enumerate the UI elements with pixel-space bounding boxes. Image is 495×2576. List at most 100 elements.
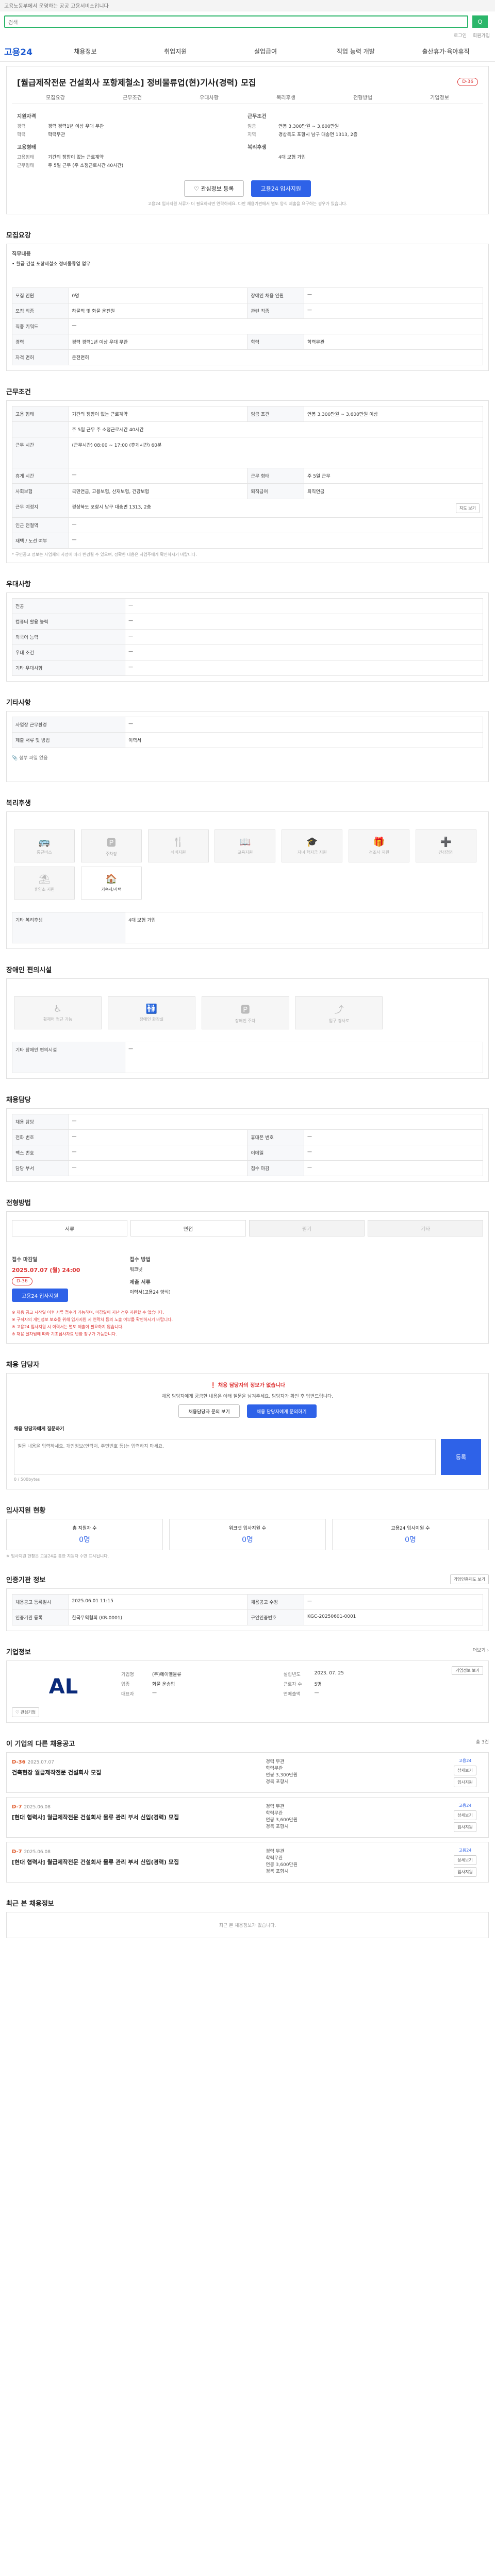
question-submit-button[interactable]: 등록 <box>441 1439 481 1475</box>
footer-space <box>0 1938 495 1959</box>
job-card[interactable]: D-7 2025.06.08 [현대 협력사] 월급제작전문 건설회사 물류 관… <box>6 1797 489 1838</box>
apply-button[interactable]: 고용24 입사지원 <box>12 1289 69 1302</box>
kv-value: 4대 보험 가입 <box>278 155 306 160</box>
summary-kv: 경력 경력 경력1년 이상 우대 무관 <box>17 123 248 129</box>
company-more-link[interactable]: 더보기 › <box>473 1647 489 1656</box>
job-view-button[interactable]: 상세보기 <box>454 1766 476 1775</box>
job-apply-button[interactable]: 입사지원 <box>454 1777 476 1787</box>
company-save-button[interactable]: ♡ 관심기업 <box>12 1707 40 1717</box>
job-card-main: D-7 2025.06.08 [현대 협력사] 월급제작전문 건설회사 물류 관… <box>12 1848 266 1877</box>
job-card-actions: 고용24 상세보기 입사지원 <box>447 1758 483 1787</box>
tab[interactable]: 모집요강 <box>17 93 94 101</box>
nav-item[interactable]: 채용정보 <box>40 47 130 56</box>
kv-value: 연봉 3,300만원 ~ 3,600만원 <box>278 124 339 129</box>
nav-item[interactable]: 직업 능력 개발 <box>310 47 401 56</box>
section-heading: 인증기관 정보 <box>6 1577 46 1584</box>
cell-key: 제출 서류 및 방법 <box>11 732 126 748</box>
welfare-label: 기숙사/사택 <box>101 887 122 892</box>
company-detail-button[interactable]: 기업정보 보기 <box>452 1666 483 1675</box>
facility-item: 🚻 장애인 화장실 <box>107 996 195 1029</box>
company-card: AL ♡ 관심기업 기업명 (주)에이엘물류 설립년도 2023. 07. 25 업… <box>6 1660 489 1723</box>
stat-value: 0명 <box>242 1536 253 1544</box>
section-heading: 우대사항 <box>6 581 31 588</box>
cell-value: 하물적 및 화물 운전원 <box>68 303 248 319</box>
cell-value: — <box>68 517 484 533</box>
job-card[interactable]: D-7 2025.06.08 [현대 협력사] 월급제작전문 건설회사 물류 관… <box>6 1842 489 1883</box>
kv-value: (주)에이엘물류 <box>152 1672 182 1677</box>
kv-value: 학력무관 <box>48 132 65 138</box>
tab[interactable]: 복리후생 <box>248 93 324 101</box>
info-card: 채용공고 등록일시 2025.06.01 11:15 채용공고 수정 — 인증기관 등… <box>6 1588 489 1631</box>
tab[interactable]: 우대사항 <box>171 93 248 101</box>
save-interest-button[interactable]: ♡ 관심정보 등록 <box>184 180 244 197</box>
search-icon[interactable]: Q <box>472 15 488 28</box>
cell-value: — <box>125 717 483 733</box>
table-row: 자격 면허 운전면허 <box>12 349 484 365</box>
gift-icon: 🎁 <box>373 837 385 848</box>
welfare-item: 🎓 자녀 학자금 지원 <box>282 829 343 862</box>
recruit-card: 직무내용 • 월급 건설 포항제철소 정비물류업 업무 모집 인원 0명 장애인 채… <box>6 244 489 371</box>
cell-key: 모집 인원 <box>12 287 69 303</box>
tab[interactable]: 전형방법 <box>324 93 401 101</box>
company-kv: 업종 화물 운송업 <box>121 1681 284 1687</box>
tab[interactable]: 근무조건 <box>94 93 171 101</box>
nav-item[interactable]: 실업급여 <box>221 47 311 56</box>
job-edu: 학력무관 <box>266 1856 283 1861</box>
method-left: 접수 마감일 2025.07.07 (월) 24:00 D-36 고용24 입사… <box>12 1250 130 1302</box>
cert-info-button[interactable]: 기업인증제도 보기 <box>450 1574 489 1584</box>
welfare-item: 📖 교육지원 <box>214 829 276 862</box>
job-title[interactable]: 건축현장 월급제작전문 건설회사 모집 <box>12 1768 266 1776</box>
summary-kv: 임금 연봉 3,300만원 ~ 3,600만원 <box>248 123 478 129</box>
cell-key: 인증기관 등록 <box>12 1609 69 1625</box>
cell-key: 자격 면허 <box>12 349 69 365</box>
map-button[interactable]: 지도 보기 <box>456 503 480 513</box>
section-heading: 채용담당 <box>6 1096 31 1104</box>
welfare-label: 주차장 <box>105 851 117 856</box>
question-textarea[interactable] <box>14 1439 436 1475</box>
kv-value: 경력 경력1년 이상 우대 무관 <box>48 124 104 129</box>
job-view-button[interactable]: 상세보기 <box>454 1810 476 1820</box>
kv-key: 연매출액 <box>283 1692 301 1697</box>
table-row: 전공 — <box>11 598 483 614</box>
job-card[interactable]: D-36 2025.07.07 건축현장 월급제작전문 건설회사 모집 경력 무… <box>6 1752 489 1793</box>
kv-key: 학력 <box>17 132 26 138</box>
job-card-meta: 경력 무관 학력무관 연봉 3,600만원 경북 포항시 <box>266 1848 447 1877</box>
search-input[interactable]: 검색 <box>4 15 468 28</box>
view-questions-button[interactable]: 채용담당자 문의 보기 <box>178 1404 240 1418</box>
login-link[interactable]: 로그인 <box>454 32 467 41</box>
job-tag: 고용24 <box>458 1758 472 1763</box>
tab[interactable]: 기업정보 <box>401 93 478 101</box>
apply-button[interactable]: 고용24 입사지원 <box>251 180 311 197</box>
kv-key: 임금 <box>248 124 256 129</box>
recruit-table: 모집 인원 0명 장애인 채용 인원 — 모집 직종 하물적 및 화물 운전원 관련 직종… <box>12 287 484 365</box>
welfare-label: 경조사 지원 <box>369 850 389 855</box>
company-heading-row: 기업정보 더보기 › <box>6 1647 489 1656</box>
join-link[interactable]: 회원가입 <box>473 32 490 41</box>
cell-key: 근무 시간 <box>12 437 69 468</box>
qa-count: 0 / 500bytes <box>14 1477 40 1482</box>
job-title[interactable]: [현대 협력사] 월급제작전문 건설회사 물류 관리 부서 신입(경력) 모집 <box>12 1813 266 1821</box>
job-card-meta: 경력 무관 학력무관 연봉 3,600만원 경북 포항시 <box>266 1803 447 1832</box>
nav-item[interactable]: 취업지원 <box>130 47 221 56</box>
kv-value: 경상북도 포항시 남구 대송면 1313, 2층 <box>278 132 358 138</box>
method-right: 접수 방법 워크넷 제출 서류 이력서(고용24 양식) <box>130 1250 484 1302</box>
job-apply-button[interactable]: 입사지원 <box>454 1822 476 1832</box>
prefer-card: 전공 — 컴퓨터 활용 능력 — 외국어 능력 — 우대 조건 — 기타 우대사항 — <box>6 592 489 682</box>
ask-manager-button[interactable]: 채용 담당자에게 문의하기 <box>246 1404 317 1418</box>
etc-card: 사업장 근무환경 — 제출 서류 및 방법 이력서 📎 첨부 파일 없음 <box>6 711 489 782</box>
facility-item: ♿ 휠체어 접근 가능 <box>14 996 102 1029</box>
stat-box: 총 지원자 수 0명 <box>6 1519 163 1550</box>
qa-title: 채용 담당자에게 질문하기 <box>14 1427 64 1432</box>
kv-key: 지역 <box>248 132 256 138</box>
cell-key <box>12 421 69 437</box>
section-heading: 최근 본 채용정보 <box>6 1900 54 1908</box>
nav-item[interactable]: 출산휴가·육아휴직 <box>401 47 491 56</box>
kv-value: 2023. 07. 25 <box>314 1671 344 1676</box>
job-title[interactable]: [현대 협력사] 월급제작전문 건설회사 물류 관리 부서 신입(경력) 모집 <box>12 1858 266 1866</box>
job-view-button[interactable]: 상세보기 <box>454 1855 476 1865</box>
welfare-item: 🅿 주차장 <box>80 829 142 862</box>
site-logo[interactable]: 고용24 <box>4 45 40 58</box>
job-apply-button[interactable]: 입사지원 <box>454 1867 476 1877</box>
table-row: 재택 / 노선 여부 — <box>12 533 484 549</box>
cell-key: 관련 직종 <box>247 303 305 319</box>
